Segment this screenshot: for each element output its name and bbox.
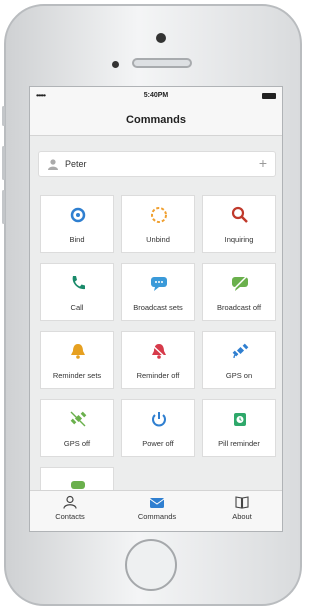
bell-off-icon (151, 344, 167, 359)
satellite-off-icon (70, 411, 87, 427)
alarm-clock-icon (234, 413, 246, 426)
mute-switch (2, 106, 5, 126)
command-bind[interactable]: Bind (40, 195, 114, 253)
bell-icon (71, 344, 85, 359)
bind-icon (70, 207, 86, 223)
command-reminder-sets[interactable]: Reminder sets (40, 331, 114, 389)
command-label: Broadcast off (216, 303, 262, 312)
power-icon (152, 412, 166, 427)
user-selector[interactable]: Peter + (38, 151, 276, 177)
nav-bar: Commands (30, 105, 282, 136)
status-bar: ••••• 5:40PM (30, 87, 282, 105)
app-screen: ••••• 5:40PM Commands Peter + Bind Unbin… (29, 86, 283, 532)
command-label: Broadcast sets (133, 303, 183, 312)
command-broadcast-off[interactable]: Broadcast off (202, 263, 276, 321)
earpiece-speaker (132, 58, 192, 68)
command-label: GPS off (63, 439, 91, 448)
user-name: Peter (65, 159, 87, 169)
tab-label: Commands (137, 512, 177, 521)
tab-label: Contacts (55, 512, 85, 521)
book-icon (235, 496, 249, 509)
contacts-icon (63, 495, 77, 509)
command-broadcast-sets[interactable]: Broadcast sets (121, 263, 195, 321)
add-user-button[interactable]: + (259, 155, 267, 171)
front-camera (112, 61, 119, 68)
tab-label: About (232, 512, 252, 521)
command-label: Pill reminder (218, 439, 260, 448)
command-reminder-off[interactable]: Reminder off (121, 331, 195, 389)
home-button[interactable] (125, 539, 177, 591)
tab-contacts[interactable]: Contacts (30, 495, 110, 521)
unbind-icon (151, 207, 167, 223)
command-label: Call (70, 303, 84, 312)
tab-commands[interactable]: Commands (117, 495, 197, 521)
command-gps-off[interactable]: GPS off (40, 399, 114, 457)
person-icon (48, 159, 58, 170)
search-icon (231, 206, 248, 223)
command-label: Unbind (146, 235, 170, 244)
volume-up-button (2, 146, 5, 180)
command-label: GPS on (225, 371, 253, 380)
command-label: Inquiring (224, 235, 254, 244)
command-label: Bind (69, 235, 85, 244)
battery-icon (262, 93, 276, 99)
status-time: 5:40PM (143, 92, 169, 99)
satellite-icon (232, 343, 249, 359)
tab-about[interactable]: About (202, 495, 282, 521)
tab-bar: Contacts Commands About (30, 490, 282, 531)
broadcast-off-icon (232, 275, 248, 291)
command-gps-on[interactable]: GPS on (202, 331, 276, 389)
command-label: Power off (142, 439, 174, 448)
command-pill-reminder[interactable]: Pill reminder (202, 399, 276, 457)
commands-icon (149, 498, 165, 508)
command-power-off[interactable]: Power off (121, 399, 195, 457)
command-label: Reminder sets (52, 371, 102, 380)
volume-down-button (2, 190, 5, 224)
phone-icon (72, 276, 85, 290)
page-title: Commands (126, 114, 186, 126)
command-unbind[interactable]: Unbind (121, 195, 195, 253)
command-label: Reminder off (136, 371, 180, 380)
command-call[interactable]: Call (40, 263, 114, 321)
front-sensor (156, 33, 166, 43)
broadcast-icon (151, 277, 167, 291)
command-inquiring[interactable]: Inquiring (202, 195, 276, 253)
